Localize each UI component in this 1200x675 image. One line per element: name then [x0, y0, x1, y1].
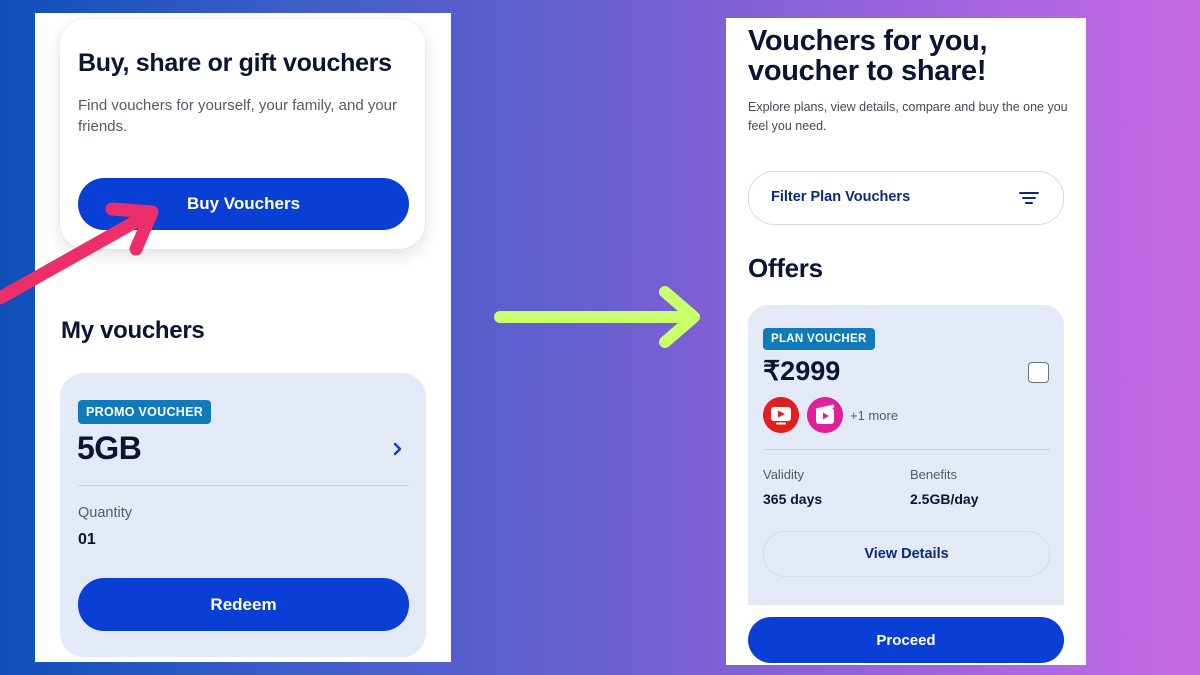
- offers-title: Offers: [748, 253, 823, 283]
- validity-label: Validity: [763, 467, 804, 482]
- card-divider: [78, 485, 409, 486]
- more-apps-text: +1 more: [850, 408, 899, 423]
- youtube-icon: [763, 397, 799, 433]
- chevron-right-icon[interactable]: [390, 439, 406, 459]
- filter-label: Filter Plan Vouchers: [771, 189, 911, 205]
- quantity-value: 01: [78, 531, 96, 548]
- plan-voucher-tag: PLAN VOUCHER: [763, 328, 875, 350]
- benefits-label: Benefits: [910, 467, 957, 482]
- promo-voucher-card[interactable]: PROMO VOUCHER 5GB Quantity 01 Redeem: [60, 373, 426, 657]
- filter-plan-vouchers-button[interactable]: Filter Plan Vouchers: [748, 171, 1064, 225]
- right-screen: Vouchers for you, voucher to share! Expl…: [726, 18, 1086, 665]
- voucher-price: ₹2999: [763, 356, 841, 386]
- plan-voucher-card: PLAN VOUCHER ₹2999 +1 more Validity 365 …: [748, 305, 1064, 605]
- quantity-label: Quantity: [78, 505, 132, 521]
- proceed-button[interactable]: Proceed: [748, 617, 1064, 663]
- redeem-button[interactable]: Redeem: [78, 578, 409, 631]
- benefits-value: 2.5GB/day: [910, 491, 979, 507]
- left-screen: Buy, share or gift vouchers Find voucher…: [35, 13, 451, 662]
- validity-value: 365 days: [763, 491, 823, 507]
- filter-icon: [1019, 192, 1039, 204]
- voucher-amount: 5GB: [77, 430, 142, 466]
- promo-voucher-tag: PROMO VOUCHER: [78, 400, 212, 424]
- offer-divider: [763, 449, 1050, 450]
- page-title: Vouchers for you, voucher to share!: [748, 25, 988, 87]
- buy-vouchers-card: Buy, share or gift vouchers Find voucher…: [60, 19, 425, 249]
- select-voucher-checkbox[interactable]: [1028, 362, 1049, 383]
- page-subtitle: Explore plans, view details, compare and…: [748, 100, 1068, 133]
- jiocinema-icon: [807, 397, 843, 433]
- buy-vouchers-button[interactable]: Buy Vouchers: [78, 178, 409, 230]
- my-vouchers-title: My vouchers: [61, 317, 205, 344]
- buy-card-subtitle: Find vouchers for yourself, your family,…: [78, 97, 398, 135]
- green-transition-arrow: [494, 286, 700, 348]
- buy-card-title: Buy, share or gift vouchers: [78, 49, 392, 77]
- view-details-button[interactable]: View Details: [763, 531, 1050, 577]
